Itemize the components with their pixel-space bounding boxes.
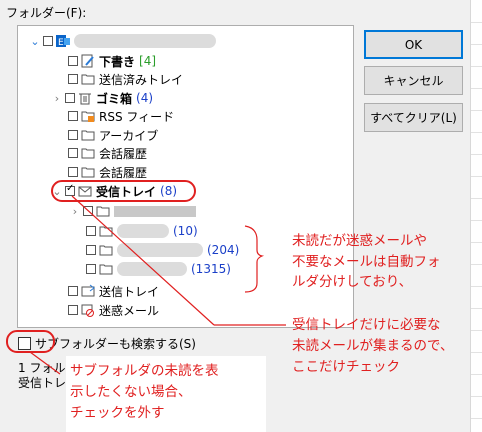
checkbox[interactable] [86,245,96,255]
checkbox[interactable] [86,264,96,274]
tree-node-drafts[interactable]: 下書き [4] [68,52,156,70]
checkbox[interactable] [83,206,93,216]
label: RSS フィード [99,109,175,124]
chevron-down-icon[interactable]: ⌄ [30,35,40,48]
folder-icon [81,146,95,160]
folder-icon [81,165,95,179]
folder-name-redacted [117,243,203,257]
inbox-highlight-oval [51,180,196,202]
tree-node-conversation-history-2[interactable]: 会話履歴 [68,163,147,181]
junk-mail-icon [81,303,95,317]
label: 送信トレイ [99,284,160,299]
label: 会話履歴 [99,146,148,161]
annotation-subfolder-line2: 示したくない場合、 [70,384,192,400]
annotation-subfolder-line3: チェックを外す [70,405,165,421]
label: アーカイブ [99,128,159,143]
count: [4] [139,54,157,68]
chevron-right-icon[interactable]: › [70,205,80,218]
outlook-icon: E [56,34,70,48]
tree-node-inbox-subfolder-4[interactable]: (1315) [86,260,231,278]
folder-label: フォルダー(F): [6,6,87,20]
annotation-auto-sort-line2: 不要なメールは自動フォ [292,254,441,270]
search-subfolders-label: サブフォルダーも検索する(S) [35,337,196,351]
count: (1315) [191,262,231,276]
subfolder-highlight-oval [6,330,55,353]
checkbox[interactable] [68,286,78,296]
folder-name-redacted [117,262,187,276]
count: (204) [207,243,240,257]
checkbox[interactable] [68,111,78,121]
folder-name-redacted [117,224,169,238]
checkbox[interactable] [68,148,78,158]
tree-node-inbox-subfolder-2[interactable]: (10) [86,222,198,240]
tree-node-junk[interactable]: 迷惑メール [68,301,159,319]
checkbox[interactable] [68,167,78,177]
folder-name-redacted [114,205,196,217]
tree-node-outbox[interactable]: 送信トレイ [68,282,159,300]
tree-node-inbox-subfolder-3[interactable]: (204) [86,241,239,259]
label: 送信済みトレイ [99,72,184,87]
checkbox[interactable] [68,305,78,315]
rss-folder-icon [81,109,95,123]
folder-icon [99,262,113,276]
chevron-right-icon[interactable]: › [52,92,62,105]
cancel-button[interactable]: キャンセル [364,66,463,95]
ok-button[interactable]: OK [364,30,463,59]
annotation-auto-sort-line3: ルダ分けしており、 [292,274,413,290]
tree-node-account[interactable]: ⌄ E [30,32,216,50]
status-line-2: 受信トレ [18,376,67,390]
count: (4) [136,91,154,105]
annotation-inbox-only-line1: 受信トレイだけに必要な [292,317,441,333]
label: 会話履歴 [99,165,148,180]
checkbox[interactable] [43,36,53,46]
outbox-icon [81,284,95,298]
annotation-inbox-only-line3: ここだけチェック [292,359,400,375]
svg-text:E: E [58,38,64,48]
annotation-inbox-only-line2: 未読メールが集まるので、 [292,338,454,354]
folder-icon [96,204,110,218]
checkbox[interactable] [65,93,75,103]
folder-icon [81,72,95,86]
checkbox[interactable] [68,74,78,84]
label: 迷惑メール [99,303,160,318]
folder-icon [99,224,113,238]
tree-node-conversation-history-1[interactable]: 会話履歴 [68,144,147,162]
tree-node-inbox-subfolder-1[interactable]: › [70,202,196,220]
account-name-redacted [74,34,216,48]
tree-node-archive[interactable]: アーカイブ [68,126,158,144]
spreadsheet-background [470,0,482,432]
tree-node-trash[interactable]: › ゴミ箱 (4) [52,89,153,107]
trash-icon [78,91,92,105]
draft-icon [81,54,95,68]
checkbox[interactable] [86,226,96,236]
clear-all-button[interactable]: すべてクリア(L) [364,103,463,132]
annotation-subfolder-box: サブフォルダの未読を表 示したくない場合、 チェックを外す [66,356,266,432]
label: 下書き [99,54,136,69]
checkbox[interactable] [68,56,78,66]
tree-node-sent-items[interactable]: 送信済みトレイ [68,70,183,88]
folder-icon [99,243,113,257]
label: ゴミ箱 [96,91,133,106]
annotation-auto-sort-line1: 未読だが迷惑メールや [292,233,427,249]
folder-icon [81,128,95,142]
annotation-subfolder-line1: サブフォルダの未読を表 [70,363,219,379]
tree-node-rss[interactable]: RSS フィード [68,107,174,125]
checkbox[interactable] [68,130,78,140]
count: (10) [173,224,198,238]
